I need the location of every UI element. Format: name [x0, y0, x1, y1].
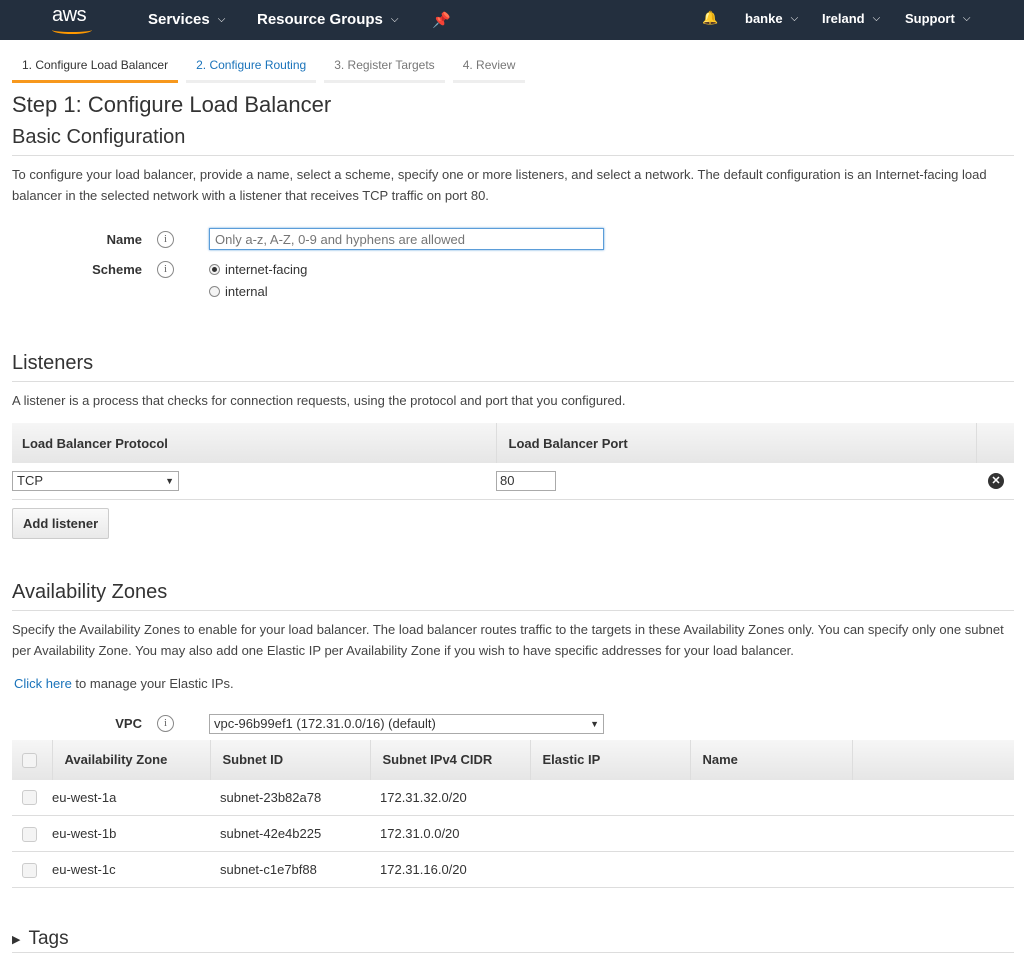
step-configure-load-balancer[interactable]: 1. Configure Load Balancer — [12, 58, 179, 83]
bell-icon[interactable]: 🔔 — [702, 10, 718, 26]
resource-groups-menu[interactable]: Resource Groups ⌵ — [257, 11, 398, 28]
listeners-table: Load Balancer Protocol Load Balancer Port… — [12, 423, 1014, 500]
basic-configuration-heading: Basic Configuration — [12, 126, 1014, 156]
page-title: Step 1: Configure Load Balancer — [12, 92, 332, 117]
chevron-down-icon: ⌵ — [217, 14, 226, 25]
info-icon[interactable]: i — [157, 261, 174, 278]
col-subnet-cidr: Subnet IPv4 CIDR — [369, 739, 530, 780]
region-menu[interactable]: Ireland ⌵ — [822, 11, 880, 26]
add-listener-button[interactable]: Add listener — [12, 507, 110, 539]
top-nav: aws Services ⌵ Resource Groups ⌵ 📌 🔔 banke… — [0, 0, 1024, 40]
info-icon[interactable]: i — [157, 231, 174, 248]
support-menu[interactable]: Support ⌵ — [905, 11, 970, 26]
col-availability-zone: Availability Zone — [51, 739, 210, 780]
vpc-select[interactable]: vpc-96b99ef1 (172.31.0.0/16) (default) ▼ — [209, 713, 604, 734]
az-cell: eu-west-1b — [52, 815, 210, 852]
name-input[interactable] — [209, 228, 604, 250]
az-cell: eu-west-1c — [52, 851, 210, 888]
step-review: 4. Review — [452, 58, 526, 83]
click-here-link[interactable]: Click here — [14, 676, 72, 691]
select-all-checkbox[interactable] — [22, 752, 37, 768]
cidr-cell: 172.31.16.0/20 — [370, 851, 530, 888]
chevron-down-icon: ⌵ — [390, 14, 399, 25]
availability-zones-desc: Specify the Availability Zones to enable… — [12, 621, 1004, 658]
row-checkbox[interactable] — [22, 862, 37, 878]
pin-icon[interactable]: 📌 — [432, 11, 451, 29]
dropdown-arrow-icon: ▼ — [165, 475, 174, 486]
table-row[interactable]: eu-west-1b subnet-42e4b225 172.31.0.0/20 — [12, 815, 1014, 852]
tags-section-toggle[interactable]: ▶ Tags — [12, 928, 1014, 953]
protocol-select[interactable]: TCP ▼ — [12, 470, 179, 491]
subnet-cell: subnet-c1e7bf88 — [210, 851, 370, 888]
col-name: Name — [689, 739, 852, 780]
step-configure-routing[interactable]: 2. Configure Routing — [186, 58, 317, 83]
dropdown-arrow-icon: ▼ — [590, 718, 599, 729]
row-checkbox[interactable] — [22, 826, 37, 842]
wizard-steps: 1. Configure Load Balancer 2. Configure … — [12, 58, 526, 83]
user-menu[interactable]: banke ⌵ — [745, 11, 798, 26]
scheme-radio-internet-facing[interactable]: internet-facing — [209, 258, 307, 280]
row-checkbox[interactable] — [22, 790, 37, 806]
radio-unchecked[interactable] — [209, 285, 220, 297]
basic-configuration-desc: To configure your load balancer, provide… — [12, 167, 987, 203]
aws-logo[interactable]: aws — [52, 4, 96, 36]
az-cell: eu-west-1a — [52, 779, 210, 816]
availability-zones-heading: Availability Zones — [12, 581, 1014, 611]
chevron-down-icon: ⌵ — [872, 13, 881, 24]
subnet-cell: subnet-42e4b225 — [210, 815, 370, 852]
col-elastic-ip: Elastic IP — [529, 739, 690, 780]
col-port: Load Balancer Port — [495, 423, 976, 463]
name-label: Name — [106, 232, 142, 247]
services-menu[interactable]: Services ⌵ — [148, 11, 225, 28]
col-subnet-id: Subnet ID — [209, 739, 370, 780]
remove-listener-icon[interactable]: ✕ — [988, 473, 1004, 490]
vpc-label: VPC — [115, 715, 142, 731]
listeners-heading: Listeners — [12, 352, 1014, 382]
radio-checked[interactable] — [209, 263, 220, 275]
table-row[interactable]: eu-west-1a subnet-23b82a78 172.31.32.0/20 — [12, 779, 1014, 816]
cidr-cell: 172.31.32.0/20 — [370, 779, 530, 816]
listeners-desc: A listener is a process that checks for … — [12, 393, 626, 408]
chevron-down-icon: ⌵ — [962, 13, 971, 24]
cidr-cell: 172.31.0.0/20 — [370, 815, 530, 852]
listener-row: TCP ▼ 80 ✕ — [12, 463, 1014, 500]
step-register-targets: 3. Register Targets — [324, 58, 445, 83]
availability-zones-table: Availability Zone Subnet ID Subnet IPv4 … — [12, 739, 1014, 888]
scheme-radio-internal[interactable]: internal — [209, 280, 307, 302]
subnet-cell: subnet-23b82a78 — [210, 779, 370, 816]
scheme-label: Scheme — [92, 262, 142, 277]
caret-right-icon: ▶ — [12, 933, 21, 946]
col-protocol: Load Balancer Protocol — [12, 423, 496, 463]
port-input[interactable]: 80 — [496, 470, 556, 491]
table-row[interactable]: eu-west-1c subnet-c1e7bf88 172.31.16.0/20 — [12, 851, 1014, 888]
chevron-down-icon: ⌵ — [790, 13, 799, 24]
info-icon[interactable]: i — [157, 714, 174, 732]
